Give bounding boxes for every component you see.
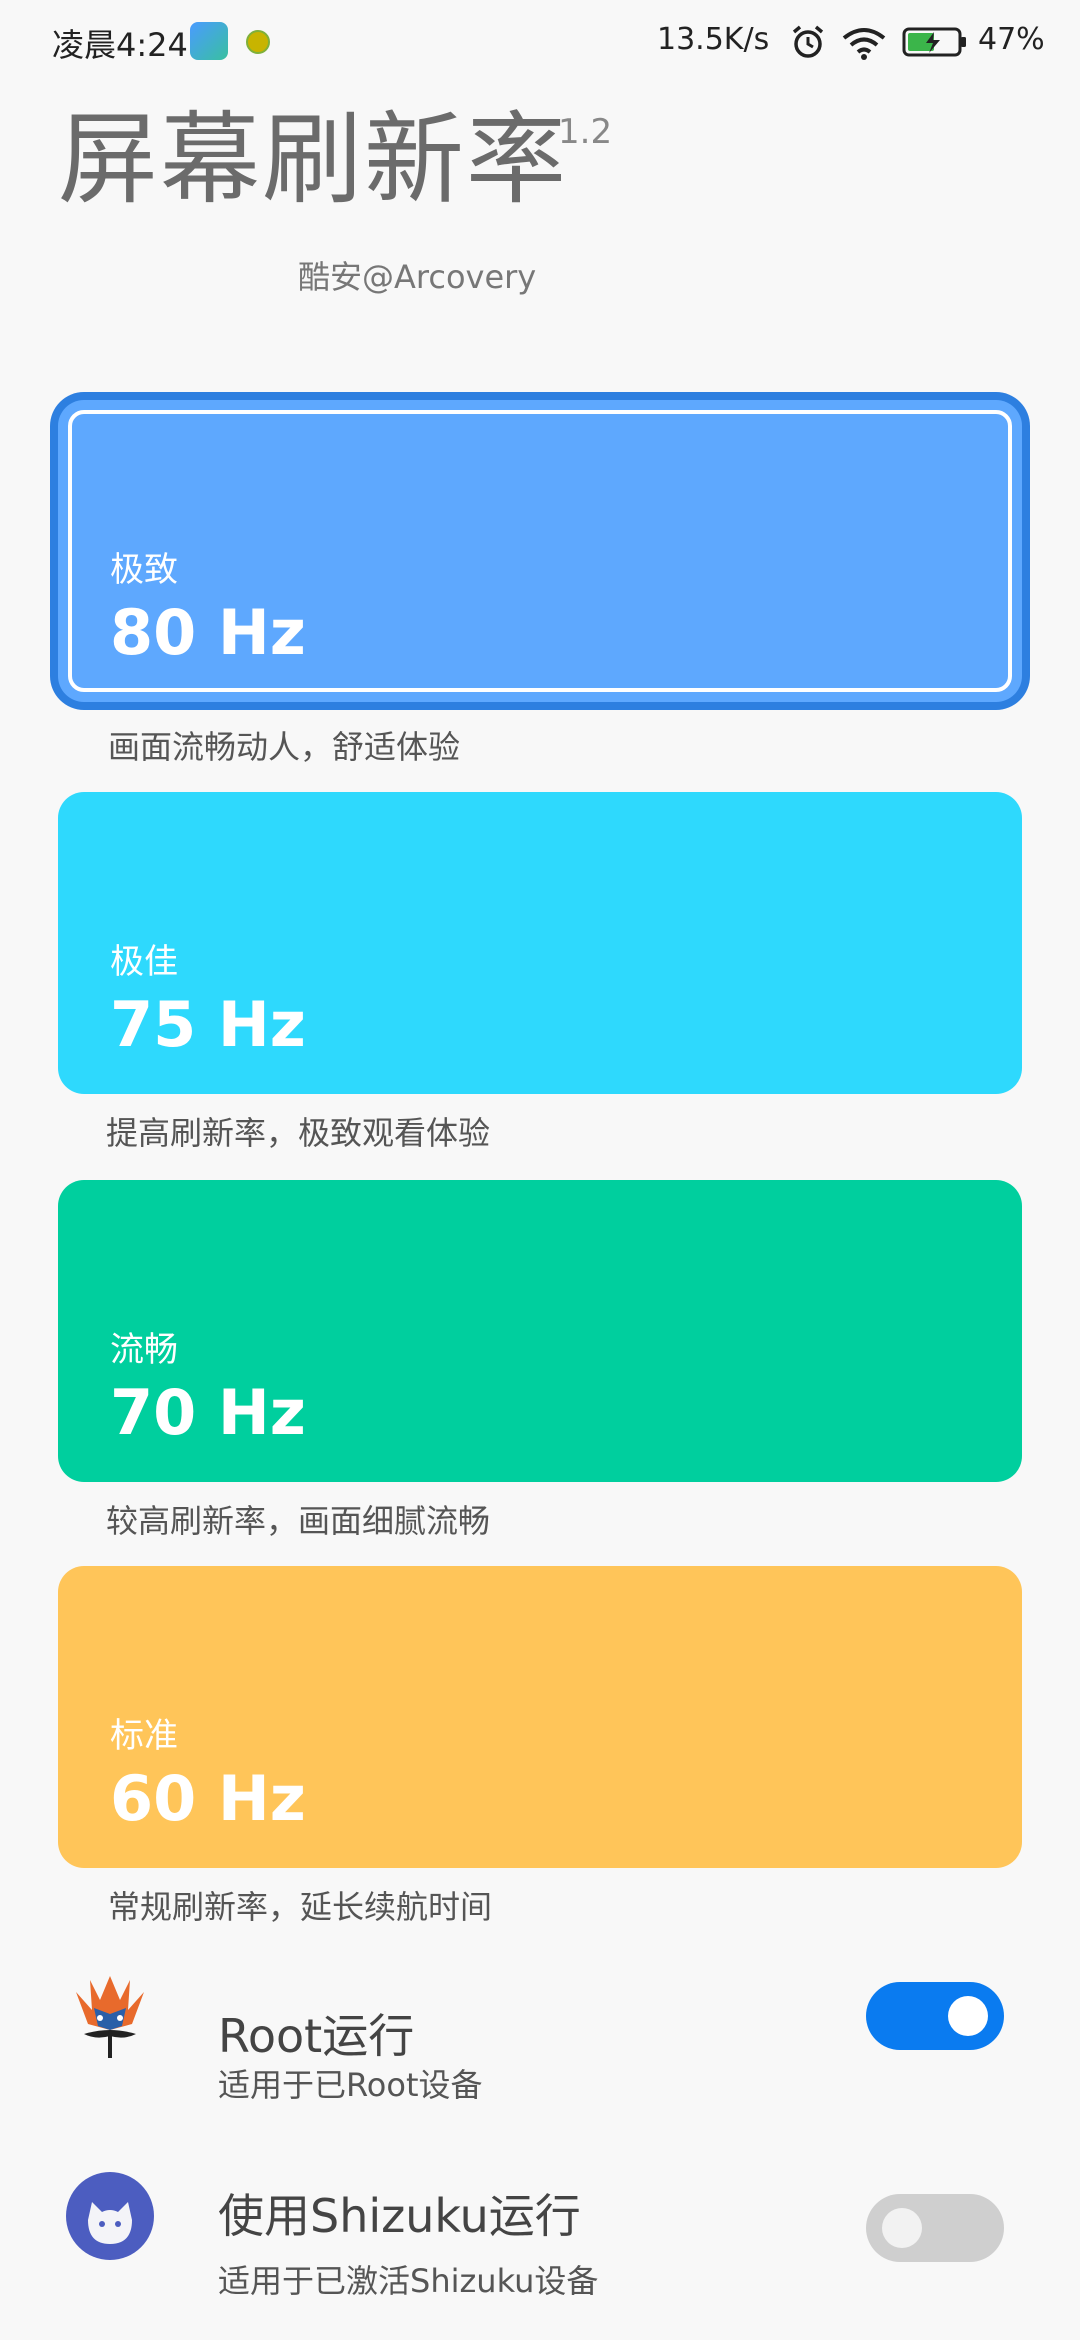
rate-name: 流畅 — [110, 1330, 178, 1370]
app-version: 1.2 — [558, 112, 613, 152]
shizuku-toggle[interactable] — [866, 2194, 1004, 2262]
app-icon — [190, 22, 228, 60]
rate-value: 60 Hz — [110, 1762, 306, 1835]
rate-name: 极致 — [110, 550, 178, 590]
status-bar: 凌晨4:24 13.5K/s 47% — [0, 0, 1080, 82]
rate-description: 常规刷新率，延长续航时间 — [108, 1888, 493, 1926]
rate-card-70hz[interactable]: 流畅 70 Hz — [58, 1180, 1022, 1482]
bulb-icon — [246, 30, 270, 54]
setting-title: Root运行 — [218, 2009, 415, 2063]
shizuku-icon — [66, 2172, 154, 2260]
setting-row-shizuku[interactable]: 使用Shizuku运行 适用于已激活Shizuku设备 — [0, 2160, 1080, 2340]
rate-name: 标准 — [110, 1716, 178, 1756]
battery-percent: 47% — [978, 22, 1045, 57]
app-title: 屏幕刷新率 — [58, 101, 568, 218]
app-author: 酷安@Arcovery — [298, 258, 537, 296]
rate-card-60hz[interactable]: 标准 60 Hz — [58, 1566, 1022, 1868]
rate-value: 80 Hz — [110, 596, 306, 669]
magisk-icon — [76, 1976, 144, 2058]
rate-card-75hz[interactable]: 极佳 75 Hz — [58, 792, 1022, 1094]
rate-name: 极佳 — [110, 942, 178, 982]
setting-title: 使用Shizuku运行 — [218, 2189, 581, 2243]
rate-description: 提高刷新率，极致观看体验 — [106, 1114, 491, 1152]
rate-value: 70 Hz — [110, 1376, 306, 1449]
wifi-icon — [842, 28, 886, 60]
status-time: 凌晨4:24 — [52, 26, 188, 64]
setting-subtitle: 适用于已Root设备 — [218, 2066, 483, 2104]
setting-subtitle: 适用于已激活Shizuku设备 — [218, 2262, 599, 2300]
rate-description: 较高刷新率，画面细腻流畅 — [106, 1502, 491, 1540]
toggle-knob — [948, 1996, 988, 2036]
network-speed: 13.5K/s — [657, 22, 770, 57]
rate-value: 75 Hz — [110, 988, 306, 1061]
root-toggle[interactable] — [866, 1982, 1004, 2050]
toggle-knob — [882, 2208, 922, 2248]
alarm-icon — [792, 25, 824, 58]
rate-description: 画面流畅动人，舒适体验 — [108, 728, 461, 766]
battery-charging-icon — [902, 27, 966, 57]
setting-row-root[interactable]: Root运行 适用于已Root设备 — [0, 1950, 1080, 2130]
screen: 凌晨4:24 13.5K/s 47% 屏幕刷新率 1.2 酷安@Arcovery… — [0, 0, 1080, 2340]
rate-card-80hz[interactable]: 极致 80 Hz — [58, 400, 1022, 702]
